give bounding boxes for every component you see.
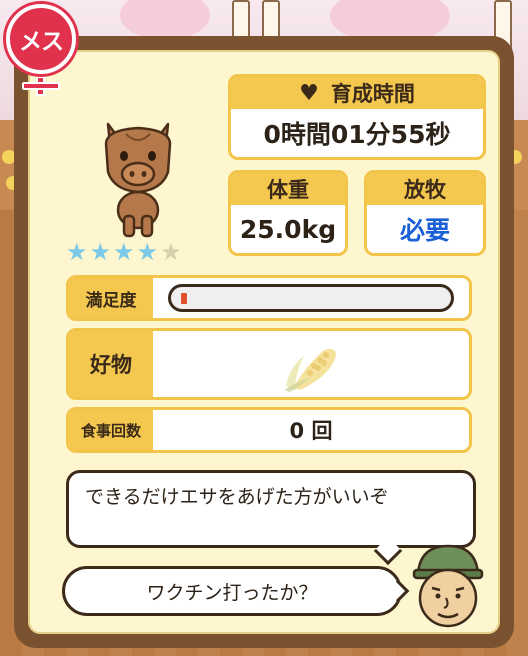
advice-bubble: できるだけエサをあげた方がいいぞ (66, 470, 476, 548)
question-bubble: ワクチン打ったか？ (62, 566, 402, 616)
growth-time-header: ♥ 育成時間 (231, 77, 483, 109)
growth-time-value: 0時間01分55秒 (263, 120, 451, 149)
growth-time-label: 育成時間 (330, 82, 415, 106)
satisfaction-gauge-fill (181, 293, 187, 304)
corn-icon (284, 348, 336, 392)
grazing-label: 放牧 (367, 173, 483, 205)
satisfaction-label: 満足度 (69, 278, 153, 318)
growth-time-box: ♥ 育成時間 0時間01分55秒 (228, 74, 486, 160)
advice-message: できるだけエサをあげた方がいいぞ (85, 486, 389, 508)
star-rating: ★ ★ ★ ★ ★ (66, 240, 182, 264)
satisfaction-gauge-area (153, 278, 469, 318)
grazing-box: 放牧 必要 (364, 170, 486, 256)
satisfaction-gauge (168, 284, 454, 312)
gender-symbol-bar (22, 82, 60, 90)
boar-character-icon[interactable] (96, 110, 180, 240)
star-icon: ★ (89, 238, 112, 266)
female-icon: メス (6, 4, 76, 74)
weight-label: 体重 (231, 173, 345, 205)
meal-count-row: 食事回数 0 回 (66, 407, 472, 453)
heart-icon: ♥ (299, 80, 319, 106)
star-icon: ★ (136, 238, 159, 266)
weight-value: 25.0kg (239, 214, 337, 244)
star-icon: ★ (66, 238, 88, 266)
meal-count-value: 0 回 (289, 419, 333, 443)
farmer-avatar-icon (412, 544, 484, 628)
satisfaction-row: 満足度 (66, 275, 472, 321)
weight-box: 体重 25.0kg (228, 170, 348, 256)
favorite-row: 好物 (66, 328, 472, 400)
star-empty-icon: ★ (160, 238, 182, 266)
meal-count-label: 食事回数 (69, 410, 153, 450)
gender-label: メス (19, 29, 64, 55)
advice-question: ワクチン打ったか？ (146, 581, 318, 604)
grazing-value: 必要 (399, 216, 450, 245)
gender-badge: メス (4, 4, 78, 96)
star-icon: ★ (113, 238, 135, 266)
favorite-label: 好物 (69, 331, 153, 397)
favorite-item-area (153, 331, 469, 397)
